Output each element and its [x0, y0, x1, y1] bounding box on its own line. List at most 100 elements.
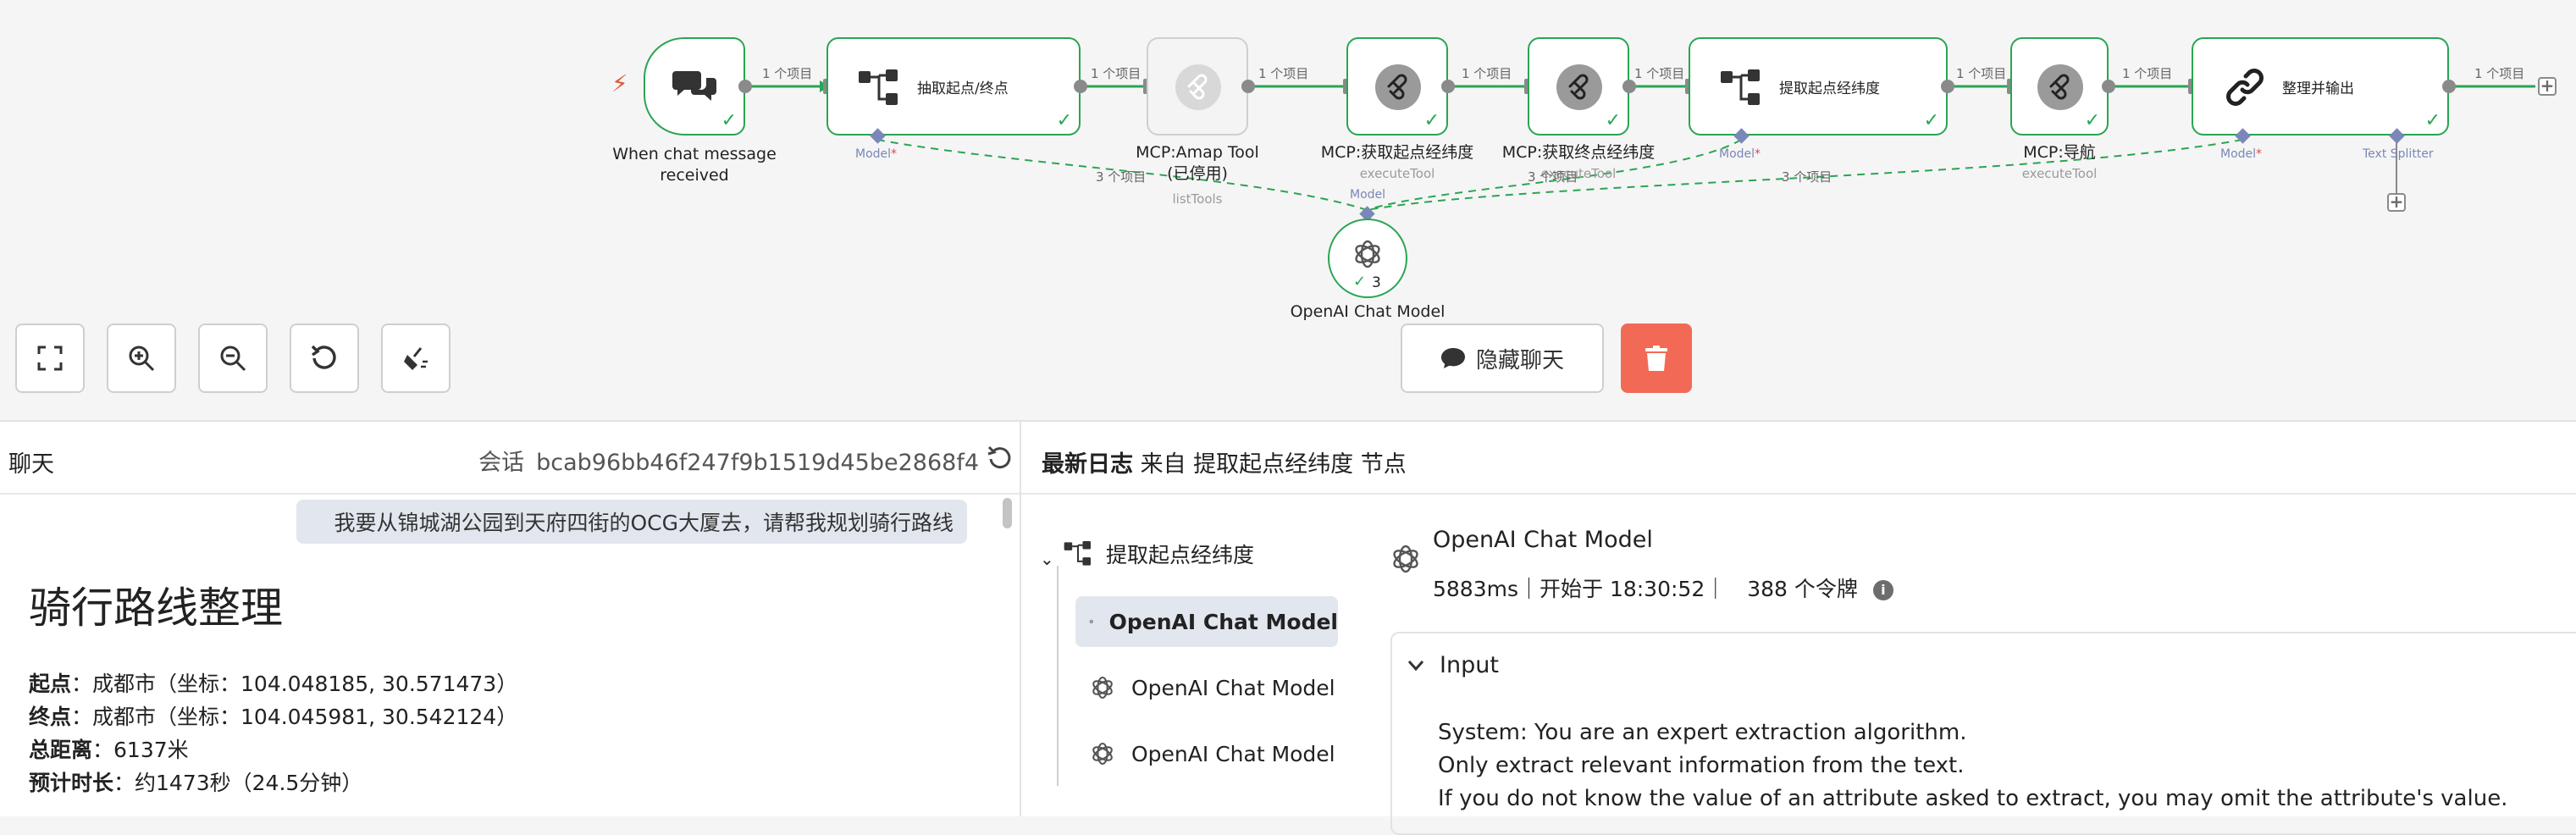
log-tree-root[interactable]: 提取起点经纬度	[1064, 539, 1254, 569]
zoom-in-icon	[129, 346, 155, 372]
edge-label: 1 个项目	[2474, 66, 2525, 81]
model-edge-label: 3 个项目	[1528, 169, 1578, 185]
chevron-down-icon	[1407, 660, 1424, 671]
response-line-duration: 预计时长：约1473秒（24.5分钟）	[29, 771, 363, 795]
openai-icon	[1355, 240, 1380, 268]
output-handle[interactable]	[2102, 80, 2115, 93]
execution-count: 3	[1372, 274, 1381, 291]
node-sub-get-start: executeTool	[1359, 166, 1435, 181]
node-label-get-end: MCP:获取终点经纬度	[1501, 143, 1656, 162]
mcp-icon	[1175, 64, 1221, 110]
chat-bubble-icon	[1440, 348, 1465, 368]
log-tree-item[interactable]: OpenAI Chat Model	[1075, 596, 1338, 647]
output-handle[interactable]	[1941, 80, 1954, 93]
input-text-line: System: You are an expert extraction alg…	[1438, 720, 1967, 745]
input-label: Input	[1440, 652, 1499, 678]
node-organize-output[interactable]: 整理并输出 ✓	[2192, 37, 2449, 135]
model-edge-label: 3 个项目	[1096, 169, 1147, 185]
chevron-down-icon[interactable]: ⌄	[1040, 549, 1054, 569]
node-mcp-amap-tool[interactable]	[1147, 37, 1248, 135]
openai-icon	[1092, 676, 1113, 700]
node-label-openai: OpenAI Chat Model	[1290, 302, 1446, 321]
edge-label: 1 个项目	[1462, 66, 1512, 81]
log-header: 最新日志 来自 提取起点经纬度 节点	[1021, 422, 2576, 495]
node-title: 抽取起点/终点	[917, 80, 1009, 97]
broom-icon	[404, 347, 428, 370]
node-sub-nav: executeTool	[2021, 166, 2098, 181]
output-handle[interactable]	[1241, 80, 1255, 93]
session-info: 会话 bcab96bb46f247f9b1519d45be2868f4	[478, 444, 979, 477]
session-label: 会话	[478, 450, 525, 476]
chat-header: 聊天 会话 bcab96bb46f247f9b1519d45be2868f4	[0, 422, 1020, 495]
success-check-icon: ✓	[721, 110, 737, 131]
tree-branch-icon	[1721, 69, 1760, 105]
node-extract-start-end[interactable]: 抽取起点/终点 ✓	[826, 37, 1081, 135]
reset-zoom-button[interactable]	[290, 323, 359, 393]
port-label-text-splitter: Text Splitter	[2363, 147, 2434, 161]
openai-icon	[1092, 742, 1113, 766]
mcp-icon	[1556, 64, 1602, 110]
add-node-button[interactable]: +	[2538, 77, 2557, 96]
edge-label: 1 个项目	[762, 66, 813, 81]
node-mcp-get-start[interactable]: ✓	[1346, 37, 1448, 135]
workflow-canvas[interactable]: ⚡ ✓ When chat message received 1 个项目 抽取起点…	[0, 0, 2576, 420]
refresh-session-icon[interactable]	[986, 444, 1014, 473]
bottom-panels: 聊天 会话 bcab96bb46f247f9b1519d45be2868f4 我要…	[0, 420, 2576, 835]
input-text-line: Only extract relevant information from t…	[1438, 753, 1965, 778]
add-text-splitter-button[interactable]: +	[2387, 193, 2406, 212]
info-icon[interactable]: i	[1872, 580, 1893, 600]
log-node-meta: 5883ms｜开始于 18:30:52｜ 388 个令牌 i	[1433, 572, 1893, 603]
fit-view-button[interactable]	[15, 323, 85, 393]
fit-view-icon	[37, 346, 63, 371]
model-edge-label: 3 个项目	[1782, 169, 1832, 185]
input-section-header[interactable]: Input	[1407, 652, 1499, 678]
zoom-in-button[interactable]	[107, 323, 176, 393]
node-label-get-start: MCP:获取起点经纬度	[1320, 143, 1474, 162]
zoom-out-button[interactable]	[198, 323, 268, 393]
trigger-bolt-icon: ⚡	[611, 69, 628, 97]
response-line-distance: 总距离：6137米	[29, 738, 189, 762]
node-title: 提取起点经纬度	[1779, 80, 1880, 97]
chat-panel: 聊天 会话 bcab96bb46f247f9b1519d45be2868f4 我要…	[0, 422, 1020, 816]
success-check-icon: ✓	[2424, 110, 2441, 131]
tree-branch-icon	[859, 69, 898, 105]
node-openai-chat-model[interactable]: ✓ 3	[1328, 218, 1407, 298]
success-check-icon: ✓	[1423, 110, 1440, 131]
node-extract-start-coords[interactable]: 提取起点经纬度 ✓	[1689, 37, 1948, 135]
tree-branch-icon	[1064, 541, 1091, 566]
tree-guide-line	[1057, 566, 1059, 786]
session-id: bcab96bb46f247f9b1519d45be2868f4	[536, 450, 979, 476]
port-label-openai-model: Model	[1350, 188, 1386, 202]
clear-execution-button[interactable]	[381, 323, 451, 393]
success-check-icon: ✓	[1353, 273, 1367, 290]
user-message: 我要从锦城湖公园到天府四街的OCG大厦去，请帮我规划骑行路线	[296, 500, 967, 544]
output-handle[interactable]	[738, 80, 752, 93]
node-label-trigger: When chat message received	[612, 145, 777, 185]
log-tree-item-label: OpenAI Chat Model	[1131, 675, 1335, 700]
output-handle[interactable]	[1441, 80, 1455, 93]
output-handle[interactable]	[2442, 80, 2456, 93]
node-sub-amap: listTools	[1172, 191, 1223, 207]
mcp-icon	[1375, 64, 1421, 110]
node-chat-trigger[interactable]: ✓	[644, 37, 745, 135]
mcp-icon	[2037, 64, 2083, 110]
link-icon	[2226, 69, 2264, 106]
log-tree-item-label: OpenAI Chat Model	[1108, 609, 1338, 634]
edge-label: 1 个项目	[1258, 66, 1309, 81]
input-text-line: If you do not know the value of an attri…	[1438, 786, 2508, 811]
output-handle[interactable]	[1074, 80, 1087, 93]
edge-label: 1 个项目	[2122, 66, 2173, 81]
hide-chat-button[interactable]: 隐藏聊天	[1401, 323, 1604, 393]
chat-scrollbar[interactable]	[1003, 498, 1012, 528]
node-mcp-get-end[interactable]: ✓	[1528, 37, 1629, 135]
node-mcp-navigation[interactable]: ✓	[2010, 37, 2109, 135]
log-tree-item[interactable]: OpenAI Chat Model	[1075, 728, 1338, 779]
log-tree-root-label: 提取起点经纬度	[1106, 543, 1255, 567]
response-title: 骑行路线整理	[29, 583, 283, 633]
success-check-icon: ✓	[2084, 110, 2100, 131]
delete-execution-button[interactable]	[1621, 323, 1692, 393]
log-tree-item[interactable]: OpenAI Chat Model	[1075, 662, 1338, 713]
edge-label: 1 个项目	[1956, 66, 2007, 81]
port-label-model: Model*	[2220, 147, 2263, 161]
edge-label: 1 个项目	[1091, 66, 1142, 81]
